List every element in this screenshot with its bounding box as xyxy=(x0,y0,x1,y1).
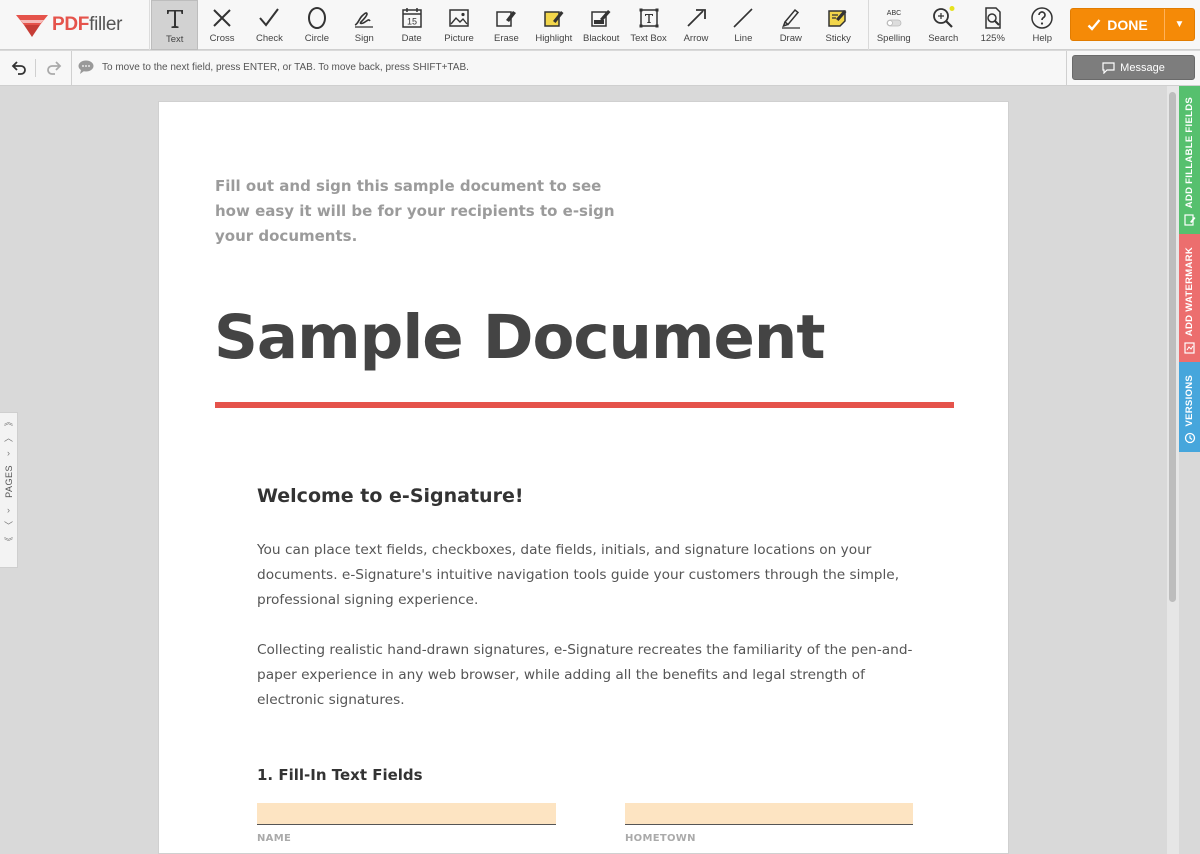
undo-icon xyxy=(11,61,26,75)
navigation-bar: To move to the next field, press ENTER, … xyxy=(0,51,1200,86)
check-icon xyxy=(1087,18,1101,31)
paragraph-2: Collecting realistic hand-drawn signatur… xyxy=(257,642,913,708)
name-field-label: NAME xyxy=(257,833,292,844)
tool-draw[interactable]: Draw xyxy=(767,0,814,50)
tool-picture[interactable]: Picture xyxy=(435,0,482,50)
tool-spelling[interactable]: ABC Spelling xyxy=(869,0,919,50)
welcome-heading: Welcome to e-Signature! xyxy=(257,485,524,507)
blackout-icon xyxy=(591,10,611,27)
divider xyxy=(35,59,36,77)
add-fillable-fields-tab[interactable]: ADD FILLABLE FIELDS xyxy=(1179,86,1200,234)
tool-text[interactable]: Text xyxy=(151,0,199,50)
caret-down-icon: ▼ xyxy=(1174,19,1185,30)
text-box-icon xyxy=(639,8,659,28)
tool-group: Text Cross Check Circle Sign 15 Date Pic… xyxy=(151,0,862,50)
svg-text:ABC: ABC xyxy=(887,10,901,17)
tool-blackout[interactable]: Blackout xyxy=(578,0,625,50)
search-icon xyxy=(933,6,955,28)
tool-circle[interactable]: Circle xyxy=(293,0,340,50)
speech-bubble-icon xyxy=(78,60,94,74)
double-chevron-down-icon: ︾ xyxy=(3,537,13,548)
add-watermark-tab[interactable]: ADD WATERMARK xyxy=(1179,234,1200,362)
tool-text-box[interactable]: Text Box xyxy=(625,0,672,50)
message-icon xyxy=(1102,61,1115,74)
tool-date[interactable]: 15 Date xyxy=(388,0,435,50)
tool-arrow[interactable]: Arrow xyxy=(672,0,719,50)
text-icon xyxy=(166,10,183,28)
document-title: Sample Document xyxy=(214,302,825,373)
next-page-button[interactable]: ﹀ xyxy=(1,518,17,534)
circle-icon xyxy=(307,7,326,29)
expand-pages-button[interactable]: › xyxy=(1,445,17,461)
tool-cross[interactable]: Cross xyxy=(198,0,245,50)
sign-icon xyxy=(354,12,374,28)
zoom-icon xyxy=(985,7,1001,29)
pages-panel-tab[interactable]: ︽ ︿ › PAGES › ﹀ ︾ xyxy=(0,412,18,568)
logo-icon xyxy=(16,15,48,37)
done-main[interactable]: DONE xyxy=(1071,9,1164,40)
tool-help[interactable]: Help xyxy=(1018,0,1068,50)
sticky-icon xyxy=(828,10,847,27)
watermark-icon xyxy=(1183,342,1195,354)
navigation-hint: To move to the next field, press ENTER, … xyxy=(78,60,469,74)
cross-icon xyxy=(213,9,231,27)
divider xyxy=(1066,51,1067,86)
divider xyxy=(71,51,72,86)
last-page-button[interactable]: ︾ xyxy=(1,534,17,550)
arrow-icon xyxy=(687,9,706,27)
name-field[interactable] xyxy=(257,803,556,825)
hometown-field[interactable] xyxy=(625,803,913,825)
done-dropdown-button[interactable]: ▼ xyxy=(1164,9,1194,40)
tool-search[interactable]: Search xyxy=(919,0,969,50)
logo-text: PDFfiller xyxy=(52,14,123,35)
redo-icon xyxy=(47,61,62,75)
first-page-button[interactable]: ︽ xyxy=(1,413,17,429)
check-icon xyxy=(259,8,280,27)
versions-tab[interactable]: VERSIONS xyxy=(1179,362,1200,452)
previous-page-button[interactable]: ︿ xyxy=(1,429,17,445)
vertical-scrollbar[interactable] xyxy=(1167,86,1179,854)
chevron-up-icon: ︿ xyxy=(3,432,13,443)
chevron-right-icon: › xyxy=(7,504,10,515)
tool-sticky[interactable]: Sticky xyxy=(814,0,861,50)
draw-icon xyxy=(781,8,800,29)
main-toolbar: PDFfiller Text Cross Check Circle Sign 1… xyxy=(0,0,1200,50)
fillable-fields-icon xyxy=(1183,214,1195,226)
chevron-right-icon: › xyxy=(7,448,10,458)
section-heading-fill-in: 1. Fill-In Text Fields xyxy=(257,766,423,784)
right-tool-group: ABC Spelling Search 125% Help xyxy=(868,0,1067,50)
calendar-icon: 15 xyxy=(401,8,422,28)
eraser-icon xyxy=(496,11,517,27)
chevron-down-icon: ﹀ xyxy=(3,521,13,532)
double-chevron-up-icon: ︽ xyxy=(3,416,13,427)
undo-button[interactable] xyxy=(8,57,30,79)
history-icon xyxy=(1184,432,1195,444)
redo-button[interactable] xyxy=(43,57,65,79)
tool-sign[interactable]: Sign xyxy=(341,0,388,50)
scrollbar-thumb[interactable] xyxy=(1169,92,1176,602)
tool-highlight[interactable]: Highlight xyxy=(530,0,577,50)
done-button[interactable]: DONE ▼ xyxy=(1070,8,1195,41)
hometown-field-label: HOMETOWN xyxy=(625,833,696,844)
tool-erase[interactable]: Erase xyxy=(483,0,530,50)
message-button[interactable]: Message xyxy=(1072,55,1195,80)
line-icon xyxy=(733,8,753,28)
svg-text:15: 15 xyxy=(407,17,417,27)
document-page: Fill out and sign this sample document t… xyxy=(158,101,1009,854)
picture-icon xyxy=(449,9,469,27)
tool-zoom[interactable]: 125% xyxy=(968,0,1018,50)
tool-check[interactable]: Check xyxy=(246,0,293,50)
help-icon xyxy=(1031,7,1053,29)
app-logo[interactable]: PDFfiller xyxy=(0,0,150,50)
spelling-icon: ABC xyxy=(886,10,902,27)
paragraph-1: You can place text fields, checkboxes, d… xyxy=(257,542,900,608)
highlight-icon xyxy=(544,11,564,27)
expand-pages-button-2[interactable]: › xyxy=(1,502,17,518)
tool-line[interactable]: Line xyxy=(720,0,767,50)
title-divider xyxy=(215,402,954,408)
intro-text: Fill out and sign this sample document t… xyxy=(215,177,615,245)
pages-label: PAGES xyxy=(3,465,14,498)
